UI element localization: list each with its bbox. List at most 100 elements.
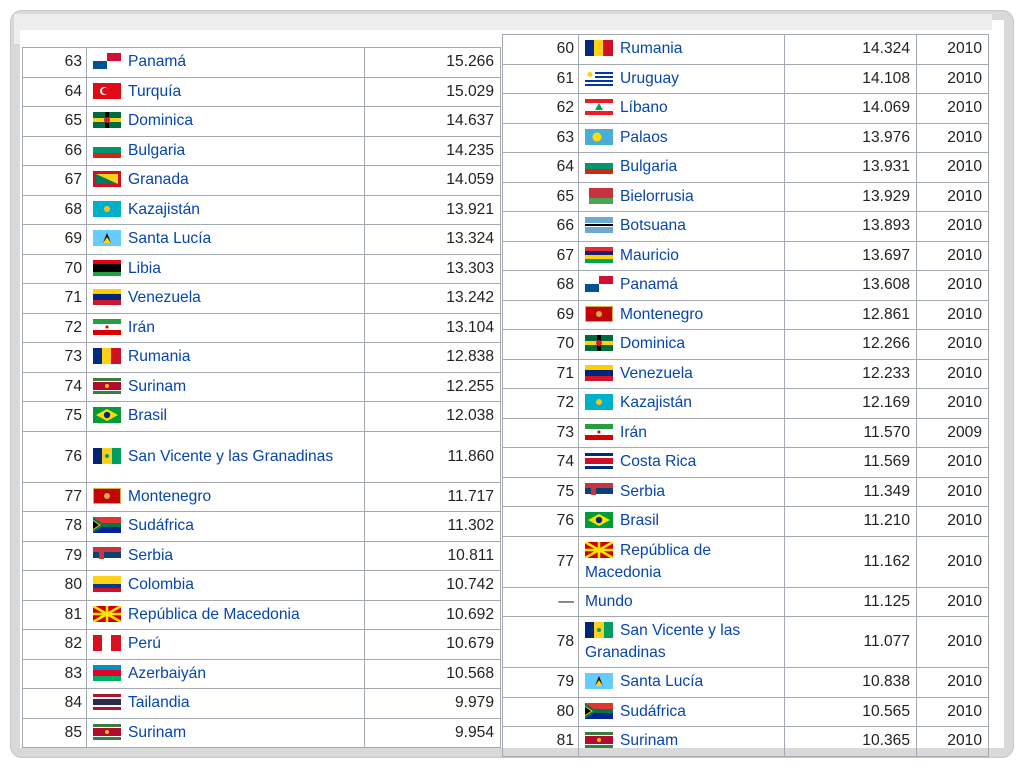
country-cell[interactable]: Serbia xyxy=(86,540,365,571)
country-link[interactable]: República de Macedonia xyxy=(128,606,300,623)
country-cell[interactable]: Uruguay xyxy=(578,63,785,94)
country-link[interactable]: Venezuela xyxy=(620,365,693,382)
country-link[interactable]: Mauricio xyxy=(620,247,679,264)
country-link[interactable]: Panamá xyxy=(620,276,678,293)
country-link[interactable]: Kazajistán xyxy=(620,394,692,411)
country-link[interactable]: Venezuela xyxy=(128,289,201,306)
country-cell[interactable]: Libia xyxy=(86,253,365,284)
country-cell[interactable]: Irán xyxy=(578,417,785,448)
country-cell[interactable]: Costa Rica xyxy=(578,447,785,478)
country-link[interactable]: Montenegro xyxy=(128,488,211,505)
country-cell[interactable]: Brasil xyxy=(86,401,365,432)
country-cell[interactable]: Montenegro xyxy=(86,481,365,512)
country-link[interactable]: Brasil xyxy=(620,512,659,529)
country-link[interactable]: Palaos xyxy=(620,129,668,146)
country-link[interactable]: Rumania xyxy=(620,40,682,57)
country-link[interactable]: Dominica xyxy=(128,112,193,129)
country-cell[interactable]: Brasil xyxy=(578,506,785,537)
country-link[interactable]: Sudáfrica xyxy=(128,517,194,534)
country-link[interactable]: Serbia xyxy=(128,547,173,564)
country-cell[interactable]: Montenegro xyxy=(578,299,785,330)
country-cell[interactable]: Bielorrusia xyxy=(578,181,785,212)
country-cell[interactable]: Kazajistán xyxy=(578,388,785,419)
country-link[interactable]: Libia xyxy=(128,260,161,277)
country-cell[interactable]: Sudáfrica xyxy=(86,511,365,542)
country-link[interactable]: Surinam xyxy=(128,378,186,395)
country-cell[interactable]: Santa Lucía xyxy=(86,224,365,255)
country-cell[interactable]: Surinam xyxy=(86,371,365,402)
country-cell[interactable]: Bulgaria xyxy=(86,135,365,166)
country-link[interactable]: Surinam xyxy=(620,732,678,749)
year-cell: 2010 xyxy=(916,726,989,757)
country-link[interactable]: Bulgaria xyxy=(128,142,185,159)
country-cell[interactable]: República de Macedonia xyxy=(578,535,785,588)
country-cell[interactable]: San Vicente y las Granadinas xyxy=(578,616,785,668)
country-cell[interactable]: Mundo xyxy=(578,586,785,617)
country-link[interactable]: Irán xyxy=(620,424,647,441)
country-link[interactable]: Surinam xyxy=(128,724,186,741)
value-cell: 10.365 xyxy=(784,726,917,757)
country-link[interactable]: Granada xyxy=(128,171,189,188)
country-cell[interactable]: Venezuela xyxy=(86,283,365,314)
country-cell[interactable]: Perú xyxy=(86,629,365,660)
year-cell: 2010 xyxy=(916,152,989,183)
country-link[interactable]: Dominica xyxy=(620,335,685,352)
country-link[interactable]: Irán xyxy=(128,319,155,336)
country-link[interactable]: Panamá xyxy=(128,53,186,70)
country-cell[interactable]: Turquía xyxy=(86,76,365,107)
country-link[interactable]: Bulgaria xyxy=(620,158,677,175)
country-cell[interactable]: Santa Lucía xyxy=(578,667,785,698)
country-cell[interactable]: Bulgaria xyxy=(578,152,785,183)
country-link[interactable]: Brasil xyxy=(128,407,167,424)
palau-flag-icon xyxy=(585,128,613,145)
country-cell[interactable]: Botsuana xyxy=(578,211,785,242)
country-link[interactable]: Santa Lucía xyxy=(620,673,703,690)
country-link[interactable]: Kazajistán xyxy=(128,201,200,218)
country-cell[interactable]: Venezuela xyxy=(578,358,785,389)
country-link[interactable]: San Vicente y las Granadinas xyxy=(128,448,333,465)
country-link[interactable]: Rumania xyxy=(128,348,190,365)
country-cell[interactable]: Azerbaiyán xyxy=(86,658,365,689)
country-cell[interactable]: Palaos xyxy=(578,122,785,153)
value-cell: 10.679 xyxy=(364,629,501,660)
country-cell[interactable]: República de Macedonia xyxy=(86,599,365,630)
country-cell[interactable]: Panamá xyxy=(578,270,785,301)
country-link[interactable]: Montenegro xyxy=(620,306,703,323)
country-link[interactable]: Uruguay xyxy=(620,70,679,87)
country-cell[interactable]: Rumania xyxy=(86,342,365,373)
country-cell[interactable]: Sudáfrica xyxy=(578,696,785,727)
country-cell[interactable]: Colombia xyxy=(86,570,365,601)
country-link[interactable]: Santa Lucía xyxy=(128,230,211,247)
country-cell[interactable]: Rumania xyxy=(578,34,785,65)
country-link[interactable]: Líbano xyxy=(620,99,668,116)
country-cell[interactable]: Surinam xyxy=(578,726,785,757)
country-link[interactable]: Sudáfrica xyxy=(620,703,686,720)
rank-cell: 64 xyxy=(502,152,579,183)
country-link[interactable]: Serbia xyxy=(620,483,665,500)
year-cell: 2010 xyxy=(916,270,989,301)
country-link[interactable]: Azerbaiyán xyxy=(128,665,206,682)
country-cell[interactable]: Dominica xyxy=(86,106,365,137)
country-cell[interactable]: Panamá xyxy=(86,47,365,78)
country-cell[interactable]: Kazajistán xyxy=(86,194,365,225)
country-cell[interactable]: Líbano xyxy=(578,93,785,124)
table-row: 67 Granada 14.059 xyxy=(22,165,501,196)
country-link[interactable]: Perú xyxy=(128,635,161,652)
country-cell[interactable]: Surinam xyxy=(86,717,365,748)
country-link[interactable]: Tailandia xyxy=(128,694,190,711)
country-link[interactable]: Costa Rica xyxy=(620,453,696,470)
country-cell[interactable]: Dominica xyxy=(578,329,785,360)
country-cell[interactable]: Irán xyxy=(86,312,365,343)
country-link[interactable]: Turquía xyxy=(128,83,181,100)
country-cell[interactable]: Granada xyxy=(86,165,365,196)
turkey-flag-icon xyxy=(93,82,121,99)
country-cell[interactable]: Serbia xyxy=(578,476,785,507)
country-cell[interactable]: Mauricio xyxy=(578,240,785,271)
country-link[interactable]: Botsuana xyxy=(620,217,686,234)
country-cell[interactable]: San Vicente y las Granadinas xyxy=(86,430,365,483)
country-link[interactable]: Mundo xyxy=(585,593,633,610)
country-cell[interactable]: Tailandia xyxy=(86,688,365,719)
country-link[interactable]: Colombia xyxy=(128,576,194,593)
country-link[interactable]: Bielorrusia xyxy=(620,188,694,205)
iran-flag-icon xyxy=(93,318,121,335)
